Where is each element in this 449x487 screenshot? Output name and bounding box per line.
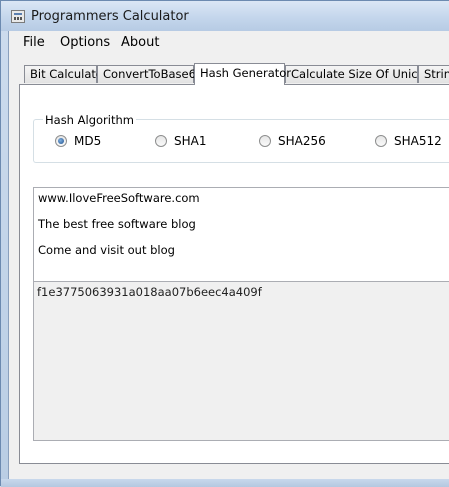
radio-indicator[interactable] <box>259 135 271 147</box>
input-line: The best free software blog <box>38 217 196 231</box>
hash-output-box[interactable]: f1e3775063931a018aa07b6eec4a409f <box>33 281 449 441</box>
radio-sha512-label[interactable]: SHA512 <box>394 134 442 148</box>
title-bar[interactable]: Programmers Calculator <box>1 1 449 31</box>
calculator-app-icon <box>11 10 25 23</box>
tab-bit-calculator[interactable]: Bit Calculator <box>24 65 108 83</box>
tab-calculate-size-of-unicode[interactable]: Calculate Size Of Unicode <box>285 65 439 83</box>
radio-sha256-label[interactable]: SHA256 <box>278 134 326 148</box>
input-line: Come and visit out blog <box>38 243 175 257</box>
tab-string[interactable]: String <box>418 65 449 83</box>
menu-about[interactable]: About <box>115 34 165 51</box>
app-window: Programmers Calculator File Options Abou… <box>0 0 449 487</box>
tab-strip: Bit Calculator ConvertToBase64 Hash Gene… <box>9 63 449 85</box>
hash-algorithm-label: Hash Algorithm <box>43 113 136 127</box>
menu-file[interactable]: File <box>17 34 51 51</box>
radio-indicator[interactable] <box>375 135 387 147</box>
radio-indicator[interactable] <box>55 135 67 147</box>
window-title: Programmers Calculator <box>31 9 189 24</box>
tab-convert-to-base64[interactable]: ConvertToBase64 <box>97 65 203 83</box>
radio-md5-label[interactable]: MD5 <box>74 134 101 148</box>
tab-hash-generator[interactable]: Hash Generator <box>194 63 291 85</box>
input-line: www.IloveFreeSoftware.com <box>38 191 200 205</box>
menu-bar: File Options About <box>9 31 449 53</box>
menu-options[interactable]: Options <box>54 34 116 51</box>
radio-indicator[interactable] <box>155 135 167 147</box>
client-area: File Options About Bit Calculator Conver… <box>8 31 449 481</box>
hash-output-value: f1e3775063931a018aa07b6eec4a409f <box>37 285 262 299</box>
radio-sha1-label[interactable]: SHA1 <box>174 134 206 148</box>
